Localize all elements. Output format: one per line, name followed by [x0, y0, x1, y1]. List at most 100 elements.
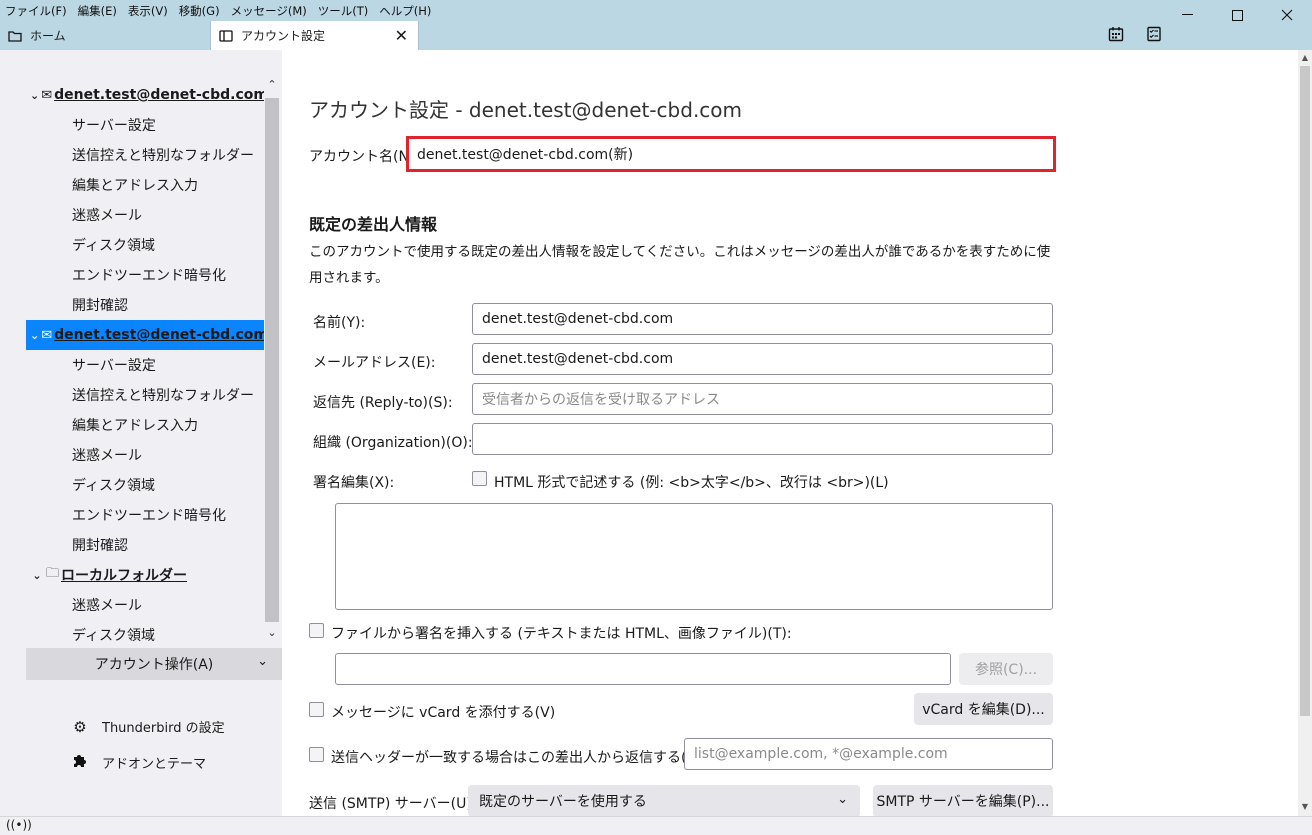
sidebar-item[interactable]: 編集とアドレス入力 [26, 410, 264, 440]
title-bar: ファイル(F) 編集(E) 表示(V) 移動(G) メッセージ(M) ツール(T… [0, 0, 1312, 50]
sidebar-account-1[interactable]: ⌄✉denet.test@denet-cbd.com (... [26, 320, 264, 350]
account-settings-icon [219, 29, 233, 42]
menu-tools[interactable]: ツール(T) [313, 0, 375, 20]
tree-scrollbar-thumb[interactable] [265, 98, 279, 622]
menu-bar: ファイル(F) 編集(E) 表示(V) 移動(G) メッセージ(M) ツール(T… [0, 0, 437, 20]
signature-textarea[interactable] [335, 503, 1053, 610]
email-label: メールアドレス(E): [313, 355, 436, 371]
chevron-down-icon[interactable]: ⌄ [30, 89, 39, 102]
chevron-down-icon: ⌄ [837, 792, 848, 807]
menu-message[interactable]: メッセージ(M) [226, 0, 313, 20]
signature-file-label: ファイルから署名を挿入する (テキストまたは HTML、画像ファイル)(T): [331, 626, 792, 642]
mail-icon: ✉ [41, 87, 53, 103]
calendar-icon[interactable] [1108, 26, 1124, 42]
page-title: アカウント設定 - denet.test@denet-cbd.com [309, 98, 743, 122]
identity-section-title: 既定の差出人情報 [309, 215, 438, 234]
account-name-input[interactable]: denet.test@denet-cbd.com(新) [406, 136, 1056, 172]
tab-account-settings-label: アカウント設定 [241, 29, 326, 43]
vcard-label: メッセージに vCard を添付する(V) [331, 705, 556, 721]
tasks-icon[interactable] [1146, 26, 1162, 42]
main-scroll-up-icon[interactable]: ▲ [1298, 53, 1312, 62]
chevron-down-icon[interactable]: ⌄ [30, 569, 44, 582]
tab-account-settings[interactable]: アカウント設定 ✕ [210, 21, 419, 50]
sidebar-item[interactable]: 編集とアドレス入力 [26, 170, 264, 200]
organization-label: 組織 (Organization)(O): [313, 435, 473, 451]
main-scrollbar[interactable]: ▲ ▼ [1298, 50, 1312, 816]
account-actions-button[interactable]: アカウント操作(A) ⌄ [26, 648, 282, 680]
sidebar-account-2[interactable]: ⌄ 🗀 ローカルフォルダー [26, 560, 264, 590]
reply-to-label: 返信先 (Reply-to)(S): [313, 395, 453, 411]
name-label: 名前(Y): [313, 315, 366, 331]
vcard-checkbox[interactable] [309, 702, 324, 717]
maximize-icon [1231, 9, 1243, 21]
reply-header-checkbox[interactable] [309, 747, 324, 762]
sidebar-item[interactable]: サーバー設定 [26, 110, 264, 140]
smtp-server-select[interactable]: 既定のサーバーを使用する ⌄ [468, 785, 860, 816]
sidebar-item[interactable]: ディスク領域 [26, 470, 264, 500]
email-input[interactable]: denet.test@denet-cbd.com [472, 343, 1053, 375]
gear-icon: ⚙ [73, 717, 87, 736]
account-sidebar: ⌄ ✉ denet.test@denet-cbd.com サーバー設定 送信控えと特別な… [0, 50, 282, 816]
settings-link-label: Thunderbird の設定 [102, 721, 225, 736]
identity-section-description: このアカウントで使用する既定の差出人情報を設定してください。これはメッセージの差… [309, 244, 1051, 286]
menu-edit[interactable]: 編集(E) [73, 0, 123, 20]
puzzle-icon [70, 752, 90, 772]
html-signature-label: HTML 形式で記述する (例: <b>太字</b>、改行は <br>)(L) [494, 475, 889, 491]
status-bar: ((•)) [0, 816, 1312, 835]
signature-file-checkbox[interactable] [309, 623, 324, 638]
tab-close-button[interactable]: ✕ [395, 26, 408, 45]
menu-go[interactable]: 移動(G) [174, 0, 226, 20]
account-settings-pane: アカウント設定 - denet.test@denet-cbd.com アカウント… [282, 50, 1298, 816]
sidebar-account-label: ローカルフォルダー [61, 568, 188, 584]
tab-home-label: ホーム [30, 29, 66, 43]
addons-link-label: アドオンとテーマ [102, 756, 207, 772]
online-status-icon[interactable]: ((•)) [6, 818, 32, 832]
account-tree: ⌄ ✉ denet.test@denet-cbd.com サーバー設定 送信控えと特別な… [26, 80, 264, 676]
tab-home[interactable]: ホーム [0, 21, 210, 50]
sidebar-item[interactable]: 迷惑メール [26, 200, 264, 230]
main-scroll-down-icon[interactable]: ▼ [1298, 802, 1312, 811]
menu-view[interactable]: 表示(V) [123, 0, 174, 20]
close-icon [1281, 9, 1293, 21]
edit-vcard-button[interactable]: vCard を編集(D)... [914, 693, 1053, 725]
mail-icon: ✉ [41, 327, 53, 343]
tree-scroll-down-icon[interactable]: ⌄ [264, 626, 280, 639]
addons-themes-link[interactable]: アドオンとテーマ [70, 752, 206, 772]
sidebar-item[interactable]: 送信控えと特別なフォルダー [26, 380, 264, 410]
smtp-label: 送信 (SMTP) サーバー(U): [309, 796, 477, 812]
menu-help[interactable]: ヘルプ(H) [374, 0, 437, 20]
menu-file[interactable]: ファイル(F) [0, 0, 73, 20]
name-input[interactable]: denet.test@denet-cbd.com [472, 303, 1053, 335]
sidebar-item[interactable]: ディスク領域 [26, 620, 264, 650]
browse-button[interactable]: 参照(C)... [959, 653, 1053, 685]
sidebar-item[interactable]: サーバー設定 [26, 350, 264, 380]
sidebar-account-label: denet.test@denet-cbd.com [54, 87, 264, 103]
sidebar-account-label: denet.test@denet-cbd.com (... [54, 327, 264, 343]
edit-smtp-button[interactable]: SMTP サーバーを編集(P)... [873, 785, 1053, 816]
sidebar-item[interactable]: 迷惑メール [26, 440, 264, 470]
main-scrollbar-thumb[interactable] [1300, 66, 1310, 716]
minimize-icon [1181, 14, 1193, 15]
account-actions-label: アカウント操作(A) [94, 657, 214, 673]
signature-file-input[interactable] [335, 653, 951, 685]
sidebar-item[interactable]: エンドツーエンド暗号化 [26, 260, 264, 290]
signature-label: 署名編集(X): [313, 475, 395, 491]
folder-icon: 🗀 [46, 566, 60, 581]
sidebar-item[interactable]: エンドツーエンド暗号化 [26, 500, 264, 530]
reply-header-input[interactable]: list@example.com, *@example.com [684, 738, 1053, 770]
tree-scroll-up-icon[interactable]: ⌃ [264, 78, 280, 91]
smtp-server-value: 既定のサーバーを使用する [479, 794, 647, 810]
folder-icon [8, 30, 22, 42]
sidebar-item[interactable]: 開封確認 [26, 530, 264, 560]
reply-to-input[interactable]: 受信者からの返信を受け取るアドレス [472, 383, 1053, 415]
sidebar-item[interactable]: 開封確認 [26, 290, 264, 320]
organization-input[interactable] [472, 423, 1053, 455]
reply-header-label: 送信ヘッダーが一致する場合はこの差出人から返信する(D): [331, 750, 708, 766]
sidebar-account-0[interactable]: ⌄ ✉ denet.test@denet-cbd.com [26, 80, 264, 110]
sidebar-item[interactable]: 迷惑メール [26, 590, 264, 620]
sidebar-item[interactable]: ディスク領域 [26, 230, 264, 260]
chevron-down-icon[interactable]: ⌄ [30, 329, 39, 342]
sidebar-item[interactable]: 送信控えと特別なフォルダー [26, 140, 264, 170]
thunderbird-settings-link[interactable]: ⚙ Thunderbird の設定 [70, 717, 225, 737]
html-signature-checkbox[interactable] [472, 471, 487, 486]
